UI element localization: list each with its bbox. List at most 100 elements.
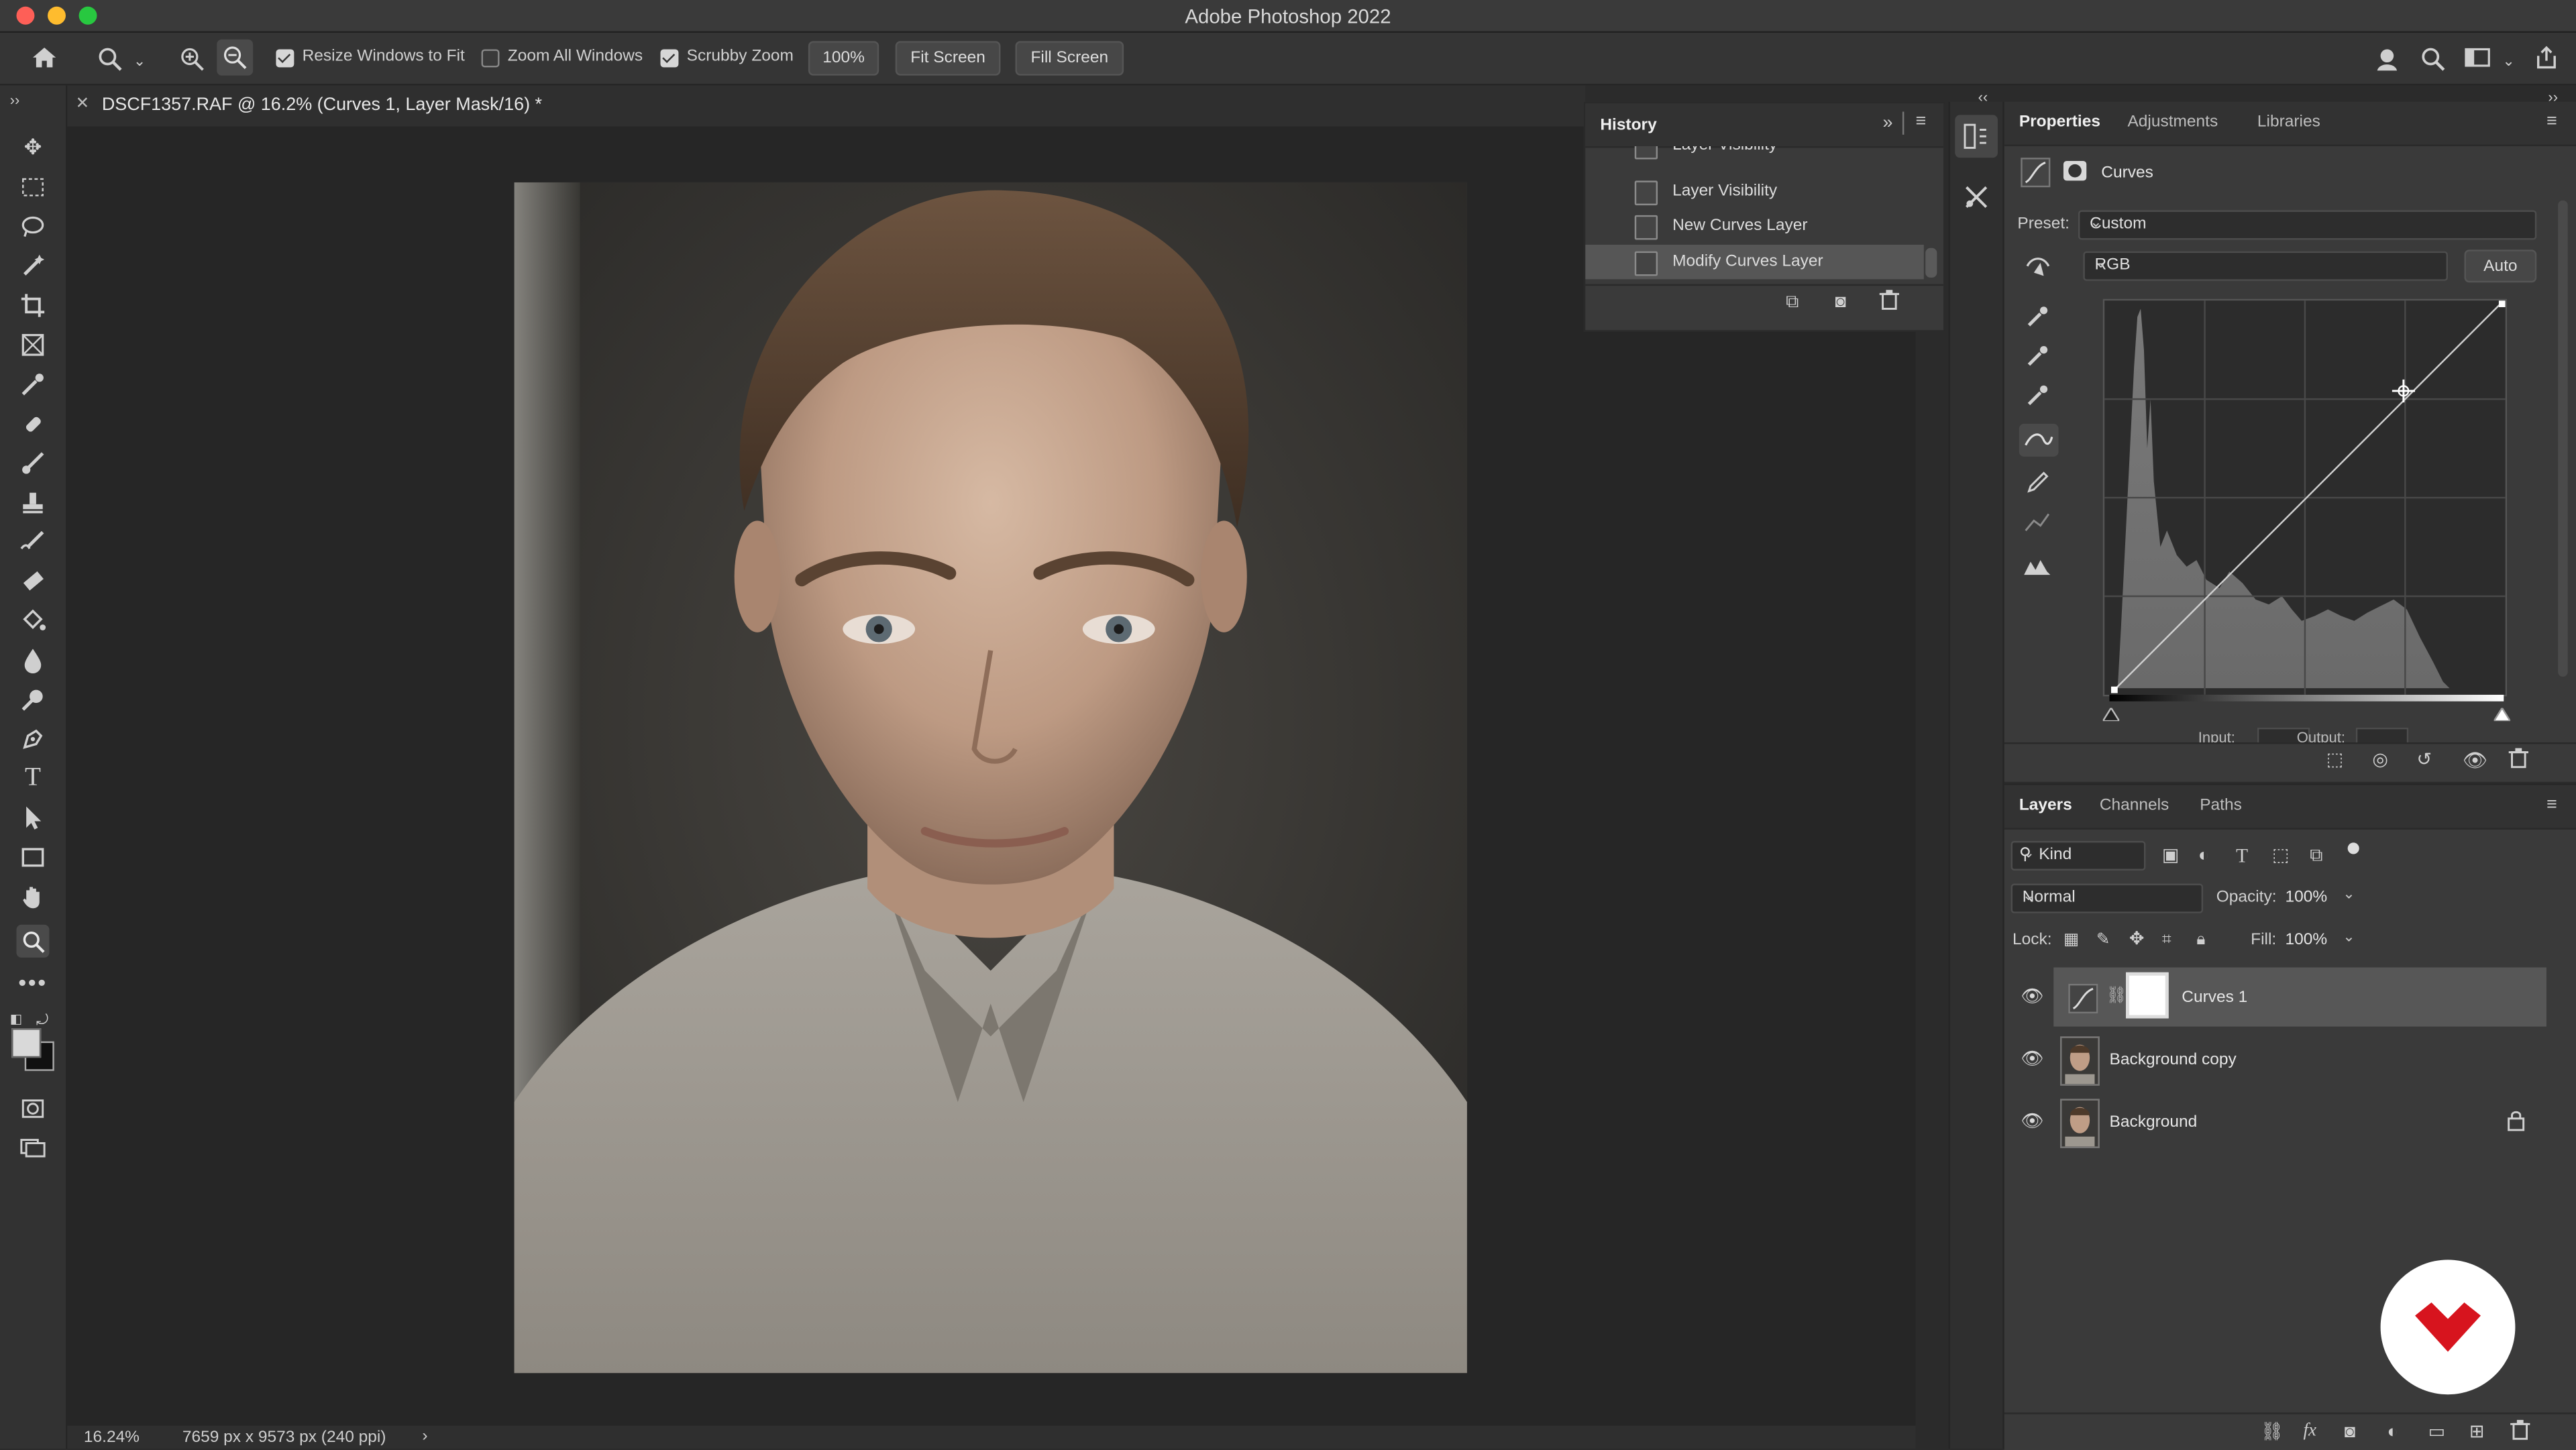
hand-tool-icon[interactable] [16,881,49,913]
mask-icon[interactable] [2063,161,2087,181]
history-item[interactable]: Layer Visibility [1585,146,1923,162]
layer-lock-icon[interactable] [2507,1111,2525,1137]
quick-mask-icon[interactable] [16,1093,49,1125]
edit-points-button[interactable] [2019,423,2059,457]
history-item[interactable]: Layer Visibility [1585,174,1923,209]
fx-icon[interactable]: fx [2303,1419,2316,1442]
filter-shape-icon[interactable]: ⬚ [2272,844,2289,867]
black-slider[interactable] [2101,700,2121,722]
panel-menu-icon[interactable]: ≡ [2546,795,2557,814]
zoom-all-windows-checkbox[interactable] [481,49,500,68]
reset-icon[interactable]: ↺ [2416,749,2432,772]
history-item-selected[interactable]: Modify Curves Layer [1585,244,1924,280]
tab-paths[interactable]: Paths [2200,797,2242,815]
user-search-icon[interactable] [2374,46,2404,76]
status-arrow-icon[interactable]: › [422,1427,427,1445]
new-adjustment-icon[interactable]: ◐ [2387,1420,2398,1443]
visibility-eye-icon[interactable]: 👁 [2463,749,2487,772]
filter-toggle[interactable] [2347,842,2359,854]
close-document-icon[interactable]: ✕ [76,95,90,113]
filter-type-icon[interactable]: T [2236,844,2248,867]
layer-row-background-copy[interactable]: 👁 Background copy [2011,1030,2546,1089]
opacity-chevron-icon[interactable]: ⌄ [2343,885,2355,903]
move-tool-icon[interactable]: ✥ [16,131,49,164]
trash-icon[interactable] [1879,289,1900,314]
brush-tool-icon[interactable] [16,447,49,480]
camera-icon[interactable]: ◙ [1835,290,1846,313]
layer-mask-thumbnail[interactable] [2126,972,2169,1019]
smooth-curve-icon[interactable] [2024,511,2050,537]
clipping-warning-icon[interactable] [2023,557,2052,579]
portrait-photo[interactable] [514,182,1467,1374]
blur-tool-icon[interactable] [16,644,49,677]
new-layer-icon[interactable]: ⊞ [2469,1420,2485,1443]
tab-adjustments[interactable]: Adjustments [2127,113,2218,131]
properties-scrollbar[interactable] [2558,200,2568,677]
lock-transparent-icon[interactable]: ▦ [2063,930,2079,952]
zoom-status[interactable]: 16.24% [84,1429,140,1447]
type-tool-icon[interactable]: T [16,762,49,795]
on-image-adjust-icon[interactable] [2024,253,2053,282]
filter-smart-object-icon[interactable]: ⧉ [2310,844,2322,867]
delete-adjustment-icon[interactable] [2508,747,2529,772]
share-icon[interactable] [2532,44,2561,74]
lock-artboard-icon[interactable]: ⌗ [2162,930,2171,952]
output-field[interactable] [2355,727,2409,742]
filter-pixel-icon[interactable]: ▣ [2162,844,2179,867]
zoom-percent-field[interactable]: 100% [808,41,879,76]
new-document-from-state-icon[interactable]: ⧉ [1786,290,1799,313]
sample-black-eyedropper-icon[interactable] [2026,306,2049,332]
blend-mode-dropdown[interactable]: Normal ⌄ [2010,883,2204,913]
filter-kind-dropdown[interactable]: ⚲ Kind ⌄ [2010,840,2146,871]
panel-menu-icon[interactable]: ≡ [1916,112,1927,131]
tab-layers[interactable]: Layers [2019,797,2072,815]
chevron-down-icon[interactable]: ⌄ [131,49,148,72]
tab-properties[interactable]: Properties [2019,113,2100,131]
link-layers-icon[interactable]: ⛓ [2261,1420,2284,1443]
fit-screen-button[interactable]: Fit Screen [895,41,1001,76]
zoom-in-icon[interactable] [177,46,207,76]
lock-image-icon[interactable]: ✎ [2096,930,2110,952]
document-tab[interactable]: ✕ DSCF1357.RAF @ 16.2% (Curves 1, Layer … [67,85,1586,129]
screen-mode-icon[interactable] [16,1131,49,1164]
collapse-panel-icon[interactable]: » [1883,113,1893,133]
magic-wand-tool-icon[interactable] [16,249,49,282]
tab-channels[interactable]: Channels [2100,797,2169,815]
lasso-tool-icon[interactable] [16,210,49,243]
more-tools-icon[interactable]: ••• [16,966,49,999]
zoom-out-button[interactable] [217,39,254,76]
clone-stamp-tool-icon[interactable] [16,486,49,519]
zoom-tool-button[interactable] [16,924,50,958]
curves-adjustment-icon[interactable] [2021,158,2051,188]
lock-position-icon[interactable]: ✥ [2129,928,2145,951]
workspace-icon[interactable] [2463,46,2492,72]
fill-chevron-icon[interactable]: ⌄ [2343,928,2355,946]
expand-toolbar-icon[interactable]: ›› [10,89,20,111]
history-tab[interactable]: History [1600,117,1656,135]
pencil-draw-icon[interactable] [2026,471,2049,498]
preset-dropdown[interactable]: Custom ⌄ [2078,210,2537,240]
sample-white-eyedropper-icon[interactable] [2026,384,2049,410]
rectangle-tool-icon[interactable] [16,841,49,874]
clip-to-layer-icon[interactable]: ⬚ [2326,749,2343,772]
visibility-eye-icon[interactable]: 👁 [2021,1112,2043,1131]
visibility-eye-icon[interactable]: 👁 [2021,987,2043,1007]
eraser-tool-icon[interactable] [16,565,49,598]
panel-menu-icon[interactable]: ≡ [2546,112,2557,131]
channel-dropdown[interactable]: RGB ⌄ [2083,251,2449,281]
opacity-field[interactable]: 100% [2286,889,2328,907]
sample-gray-eyedropper-icon[interactable] [2026,345,2049,371]
frame-tool-icon[interactable] [16,329,49,361]
curves-graph[interactable] [2102,298,2508,697]
white-slider[interactable] [2492,700,2512,722]
history-brush-tool-icon[interactable] [16,526,49,559]
curve-white-point[interactable] [2498,300,2506,307]
delete-layer-icon[interactable] [2510,1419,2530,1444]
auto-button[interactable]: Auto [2464,249,2537,283]
tool-presets-icon[interactable] [1964,184,1990,210]
layer-row-curves[interactable]: 👁 ⛓ Curves 1 [2011,967,2546,1027]
lock-all-icon[interactable]: 🔒︎ [2196,930,2205,952]
fill-field[interactable]: 100% [2286,932,2328,950]
history-scrollbar[interactable] [1925,247,1937,278]
search-icon[interactable] [2418,46,2448,76]
